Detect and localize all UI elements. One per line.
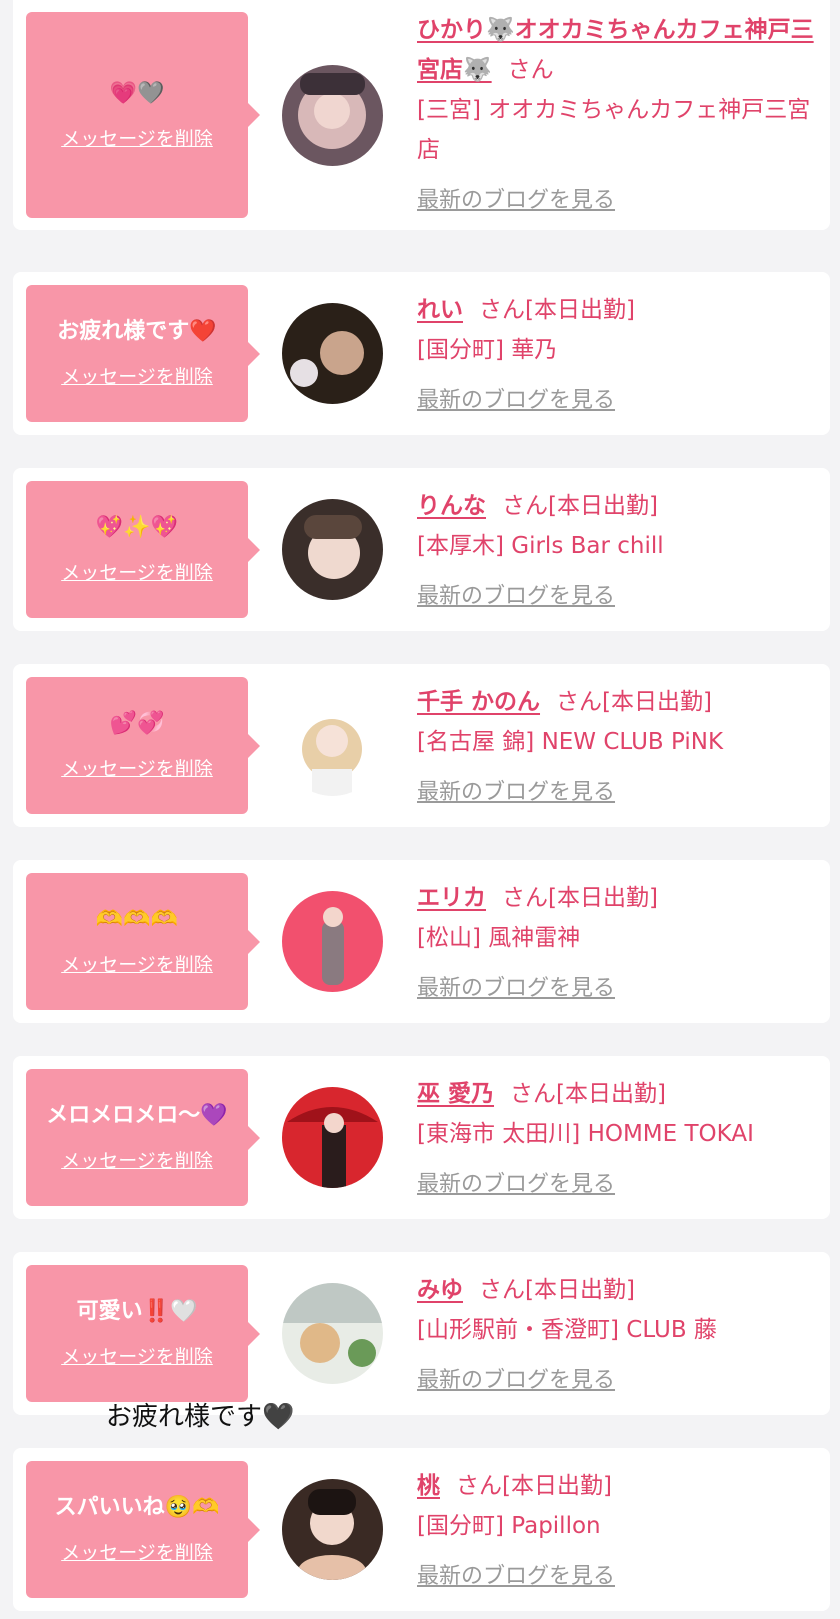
message-text: メロメロメロ〜💜 xyxy=(46,1103,228,1128)
message-card: 🫶🫶🫶 メッセージを削除 エリカ さん[本日出勤] [松山] 風神雷神 最新のブロ… xyxy=(13,860,830,1023)
honorific: さん xyxy=(510,1081,557,1107)
honorific: さん xyxy=(479,297,525,323)
profile-info: 桃さん[本日出勤] [国分町] Papillon 最新のブログを見る xyxy=(417,1466,817,1597)
avatar[interactable] xyxy=(282,1479,383,1580)
message-bubble: 可愛い‼️🤍 メッセージを削除 xyxy=(26,1265,260,1402)
message-text: スパいいね🥹🫶 xyxy=(54,1495,220,1520)
latest-blog-link[interactable]: 最新のブログを見る xyxy=(417,1557,615,1597)
message-text: 💖✨💖 xyxy=(95,515,179,540)
honorific: さん xyxy=(502,493,548,519)
delete-message-link[interactable]: メッセージを削除 xyxy=(61,1538,213,1565)
delete-message-link[interactable]: メッセージを削除 xyxy=(61,1146,213,1173)
profile-info: れい さん[本日出勤] [国分町] 華乃 最新のブログを見る xyxy=(417,290,817,421)
profile-info: 千手 かのん さん[本日出勤] [名古屋 錦] NEW CLUB PiNK 最新の… xyxy=(417,682,817,813)
avatar[interactable] xyxy=(282,695,383,796)
profile-info: エリカ さん[本日出勤] [松山] 風神雷神 最新のブログを見る xyxy=(417,878,817,1009)
latest-blog-link[interactable]: 最新のブログを見る xyxy=(417,181,615,221)
avatar[interactable] xyxy=(282,65,383,166)
honorific: さん xyxy=(556,689,603,715)
message-card: 💗🩶 メッセージを削除 ひかり🐺オオカミちゃんカフェ神戸三宮店🐺 さん [三宮] … xyxy=(13,0,830,230)
shop-location: [山形駅前・香澄町] CLUB 藤 xyxy=(417,1317,717,1343)
message-card: 💖✨💖 メッセージを削除 りんな さん[本日出勤] [本厚木] Girls Bar… xyxy=(13,468,830,631)
cast-name-link[interactable]: みゆ xyxy=(417,1277,463,1303)
shop-location: [三宮] オオカミちゃんカフェ神戸三宮店 xyxy=(417,97,811,163)
avatar[interactable] xyxy=(282,1087,383,1188)
shop-location: [松山] 風神雷神 xyxy=(417,925,581,951)
attendance-status: [本日出勤] xyxy=(602,689,712,715)
attendance-status: [本日出勤] xyxy=(525,1277,635,1303)
delete-message-link[interactable]: メッセージを削除 xyxy=(61,950,213,977)
profile-info: みゆ さん[本日出勤] [山形駅前・香澄町] CLUB 藤 最新のブログを見る xyxy=(417,1270,817,1401)
profile-info: りんな さん[本日出勤] [本厚木] Girls Bar chill 最新のブログ… xyxy=(417,486,817,617)
cast-name-link[interactable]: 千手 かのん xyxy=(417,689,540,715)
message-bubble: 💗🩶 メッセージを削除 xyxy=(26,12,260,218)
delete-message-link[interactable]: メッセージを削除 xyxy=(61,362,213,389)
message-bubble: お疲れ様です❤️ メッセージを削除 xyxy=(26,285,260,422)
honorific: さん xyxy=(507,57,554,83)
shop-location: [東海市 太田川] HOMME TOKAI xyxy=(417,1121,754,1147)
message-card: お疲れ様です❤️ メッセージを削除 れい さん[本日出勤] [国分町] 華乃 最新… xyxy=(13,272,830,435)
delete-message-link[interactable]: メッセージを削除 xyxy=(61,1342,213,1369)
delete-message-link[interactable]: メッセージを削除 xyxy=(61,754,213,781)
message-text: 可愛い‼️🤍 xyxy=(76,1299,198,1324)
profile-info: 巫 愛乃 さん[本日出勤] [東海市 太田川] HOMME TOKAI 最新のブロ… xyxy=(417,1074,817,1205)
message-bubble: メロメロメロ〜💜 メッセージを削除 xyxy=(26,1069,260,1206)
avatar[interactable] xyxy=(282,303,383,404)
honorific: さん xyxy=(479,1277,525,1303)
cast-name-link[interactable]: 桃 xyxy=(417,1473,440,1499)
message-bubble: スパいいね🥹🫶 メッセージを削除 xyxy=(26,1461,260,1598)
message-card: 可愛い‼️🤍 メッセージを削除 みゆ さん[本日出勤] [山形駅前・香澄町] CL… xyxy=(13,1252,830,1415)
cast-name-link[interactable]: 巫 愛乃 xyxy=(417,1081,494,1107)
message-bubble: 💖✨💖 メッセージを削除 xyxy=(26,481,260,618)
message-text: 🫶🫶🫶 xyxy=(95,907,179,932)
latest-blog-link[interactable]: 最新のブログを見る xyxy=(417,577,615,617)
cast-name-link[interactable]: りんな xyxy=(417,493,486,519)
latest-blog-link[interactable]: 最新のブログを見る xyxy=(417,773,615,813)
honorific: さん xyxy=(502,885,548,911)
latest-blog-link[interactable]: 最新のブログを見る xyxy=(417,969,615,1009)
shop-location: [国分町] Papillon xyxy=(417,1513,601,1539)
latest-blog-link[interactable]: 最新のブログを見る xyxy=(417,381,615,421)
message-text: お疲れ様です❤️ xyxy=(57,319,217,344)
cast-name-link[interactable]: ひかり🐺オオカミちゃんカフェ神戸三宮店🐺 xyxy=(417,17,814,83)
shop-location: [本厚木] Girls Bar chill xyxy=(417,533,664,559)
message-bubble: 💕💞 メッセージを削除 xyxy=(26,677,260,814)
overlay-note: お疲れ様です🖤 xyxy=(106,1402,295,1432)
message-text: 💗🩶 xyxy=(109,80,165,106)
latest-blog-link[interactable]: 最新のブログを見る xyxy=(417,1165,615,1205)
attendance-status: [本日出勤] xyxy=(548,493,658,519)
shop-location: [名古屋 錦] NEW CLUB PiNK xyxy=(417,729,724,755)
message-bubble: 🫶🫶🫶 メッセージを削除 xyxy=(26,873,260,1010)
cast-name-link[interactable]: エリカ xyxy=(417,885,486,911)
attendance-status: [本日出勤] xyxy=(525,297,635,323)
delete-message-link[interactable]: メッセージを削除 xyxy=(61,558,213,585)
attendance-status: [本日出勤] xyxy=(556,1081,666,1107)
avatar[interactable] xyxy=(282,891,383,992)
message-card: メロメロメロ〜💜 メッセージを削除 巫 愛乃 さん[本日出勤] [東海市 太田川]… xyxy=(13,1056,830,1219)
shop-location: [国分町] 華乃 xyxy=(417,337,558,363)
attendance-status: [本日出勤] xyxy=(548,885,658,911)
avatar[interactable] xyxy=(282,499,383,600)
latest-blog-link[interactable]: 最新のブログを見る xyxy=(417,1361,615,1401)
message-card: 💕💞 メッセージを削除 千手 かのん さん[本日出勤] [名古屋 錦] NEW C… xyxy=(13,664,830,827)
honorific: さん xyxy=(456,1473,502,1499)
attendance-status: [本日出勤] xyxy=(502,1473,612,1499)
profile-info: ひかり🐺オオカミちゃんカフェ神戸三宮店🐺 さん [三宮] オオカミちゃんカフェ神戸… xyxy=(417,10,817,221)
message-card: スパいいね🥹🫶 メッセージを削除 桃さん[本日出勤] [国分町] Papillo… xyxy=(13,1448,830,1611)
avatar[interactable] xyxy=(282,1283,383,1384)
delete-message-link[interactable]: メッセージを削除 xyxy=(61,124,213,151)
cast-name-link[interactable]: れい xyxy=(417,297,463,323)
message-text: 💕💞 xyxy=(109,711,165,736)
